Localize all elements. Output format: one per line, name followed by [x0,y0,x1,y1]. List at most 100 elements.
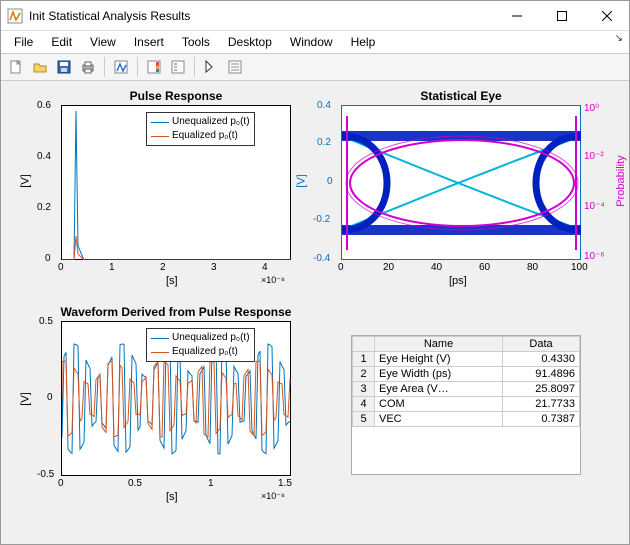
figure-canvas: Pulse Response Unequalized p₀(t) Equaliz… [1,83,629,544]
legend-button[interactable] [167,56,189,78]
legend-item: Equalized p₀(t) [172,345,238,359]
menu-view[interactable]: View [81,33,125,51]
menu-help[interactable]: Help [342,33,385,51]
table-row[interactable]: 3Eye Area (V…25.8097 [353,382,580,397]
edit-plot-button[interactable] [200,56,222,78]
ytick: 0.2 [317,137,331,148]
ytick: 0.2 [37,202,51,213]
ytick: 0 [45,253,51,264]
menu-bar: File Edit View Insert Tools Desktop Wind… [1,31,629,53]
col-data[interactable]: Data [503,337,580,352]
row-index: 2 [353,367,375,382]
plot3-ylabel: [V] [20,392,32,405]
open-property-inspector-button[interactable] [224,56,246,78]
plot1-ylabel: [V] [20,174,32,187]
ytick: -0.5 [37,469,54,480]
legend-item: Equalized p₀(t) [172,129,238,143]
plot1-title: Pulse Response [61,89,291,103]
colorbar-button[interactable] [143,56,165,78]
maximize-button[interactable] [539,1,584,30]
menu-desktop[interactable]: Desktop [219,33,281,51]
row-data: 25.8097 [503,382,580,397]
y2tick: 10⁰ [584,103,599,114]
row-name: Eye Width (ps) [375,367,503,382]
row-index: 4 [353,397,375,412]
plot3-xlabel: [s] [166,491,178,503]
xtick: 60 [479,262,490,273]
row-data: 0.7387 [503,412,580,427]
menu-edit[interactable]: Edit [42,33,81,51]
col-name[interactable]: Name [375,337,503,352]
xtick: 0 [58,262,64,273]
print-button[interactable] [77,56,99,78]
table-row[interactable]: 5VEC0.7387 [353,412,580,427]
xtick: 100 [571,262,588,273]
plot1-legend[interactable]: Unequalized p₀(t) Equalized p₀(t) [146,112,255,146]
plot3-title: Waveform Derived from Pulse Response [37,305,315,319]
table-row[interactable]: 2Eye Width (ps)91.4896 [353,367,580,382]
ytick: -0.2 [313,214,330,225]
plot2-axes[interactable] [341,105,581,260]
menu-insert[interactable]: Insert [125,33,173,51]
xtick: 0.5 [128,478,142,489]
ytick: 0 [327,176,333,187]
xtick: 80 [527,262,538,273]
plot1-xlabel: [s] [166,275,178,287]
plot3-legend[interactable]: Unequalized p₀(t) Equalized p₀(t) [146,328,255,362]
row-data: 21.7733 [503,397,580,412]
new-figure-button[interactable] [5,56,27,78]
row-name: VEC [375,412,503,427]
xtick: 1 [109,262,115,273]
title-bar: Init Statistical Analysis Results [1,1,629,31]
save-button[interactable] [53,56,75,78]
row-data: 0.4330 [503,352,580,367]
xtick: 1.5 [278,478,292,489]
x-exponent: ×10⁻⁸ [261,491,285,502]
app-icon [7,8,23,24]
plot3-axes[interactable]: Unequalized p₀(t) Equalized p₀(t) [61,321,291,476]
link-button[interactable] [110,56,132,78]
menu-file[interactable]: File [5,33,42,51]
ytick: 0 [47,392,53,403]
toolbar-separator [104,57,105,77]
legend-item: Unequalized p₀(t) [172,115,250,129]
minimize-button[interactable] [494,1,539,30]
ytick: 0.6 [37,100,51,111]
table-row[interactable]: 1Eye Height (V)0.4330 [353,352,580,367]
legend-item: Unequalized p₀(t) [172,331,250,345]
toolbar-separator [137,57,138,77]
xtick: 2 [160,262,166,273]
ytick: 0.5 [39,316,53,327]
y2tick: 10⁻² [584,151,604,162]
window-title: Init Statistical Analysis Results [29,9,494,23]
ytick: 0.4 [37,151,51,162]
plot2-xlabel: [ps] [449,275,467,287]
row-name: COM [375,397,503,412]
xtick: 0 [338,262,344,273]
results-table[interactable]: Name Data 1Eye Height (V)0.43302Eye Widt… [351,335,581,475]
plot2-y2label: Probability [615,151,627,211]
plot2-title: Statistical Eye [341,89,581,103]
plot1-axes[interactable]: Unequalized p₀(t) Equalized p₀(t) [61,105,291,260]
plot2-ylabel: [V] [296,174,308,187]
xtick: 4 [262,262,268,273]
xtick: 20 [383,262,394,273]
row-data: 91.4896 [503,367,580,382]
table-row[interactable]: 4COM21.7733 [353,397,580,412]
row-index: 1 [353,352,375,367]
xtick: 0 [58,478,64,489]
xtick: 1 [208,478,214,489]
dock-arrow-icon[interactable]: ↘ [615,33,623,44]
y2tick: 10⁻⁶ [584,251,605,262]
ytick: 0.4 [317,100,331,111]
row-index: 3 [353,382,375,397]
y2tick: 10⁻⁴ [584,201,605,212]
x-exponent: ×10⁻⁸ [261,275,285,286]
menu-window[interactable]: Window [281,33,342,51]
xtick: 40 [431,262,442,273]
menu-tools[interactable]: Tools [173,33,219,51]
toolbar-separator [194,57,195,77]
close-button[interactable] [584,1,629,30]
open-button[interactable] [29,56,51,78]
row-index: 5 [353,412,375,427]
